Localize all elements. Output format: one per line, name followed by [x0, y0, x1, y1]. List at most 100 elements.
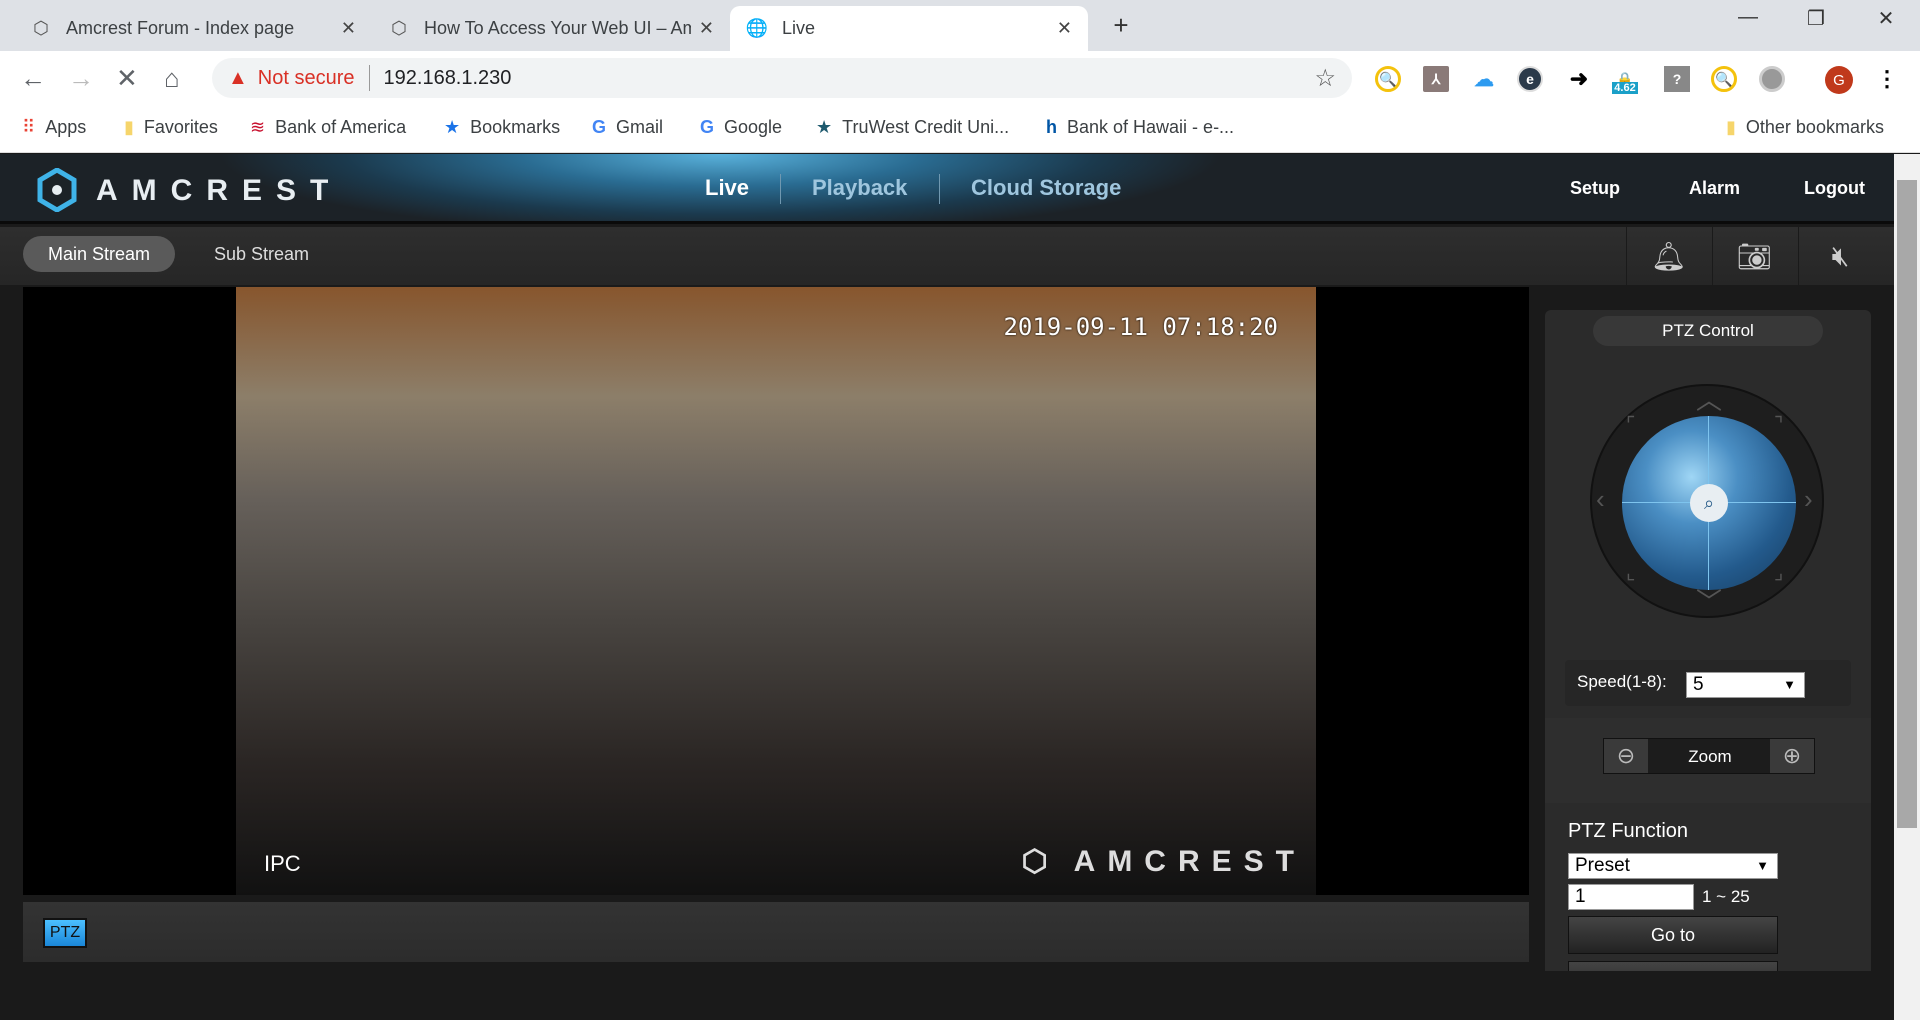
stop-icon[interactable]: ✕ [116, 63, 138, 94]
app-header: AMCREST Live Playback Cloud Storage Setu… [0, 154, 1894, 224]
pdf-extension-icon[interactable]: ⅄ [1423, 66, 1449, 92]
pan-down-right-arrow[interactable]: ⌟ [1774, 560, 1783, 585]
mute-icon: 🔇︎ [1831, 239, 1850, 271]
bookmark-bank-of-hawaii[interactable]: h Bank of Hawaii - e-... [1046, 117, 1234, 138]
zoom-row: ⊖ Zoom ⊕ [1545, 718, 1871, 803]
zoom-in-button[interactable]: ⊕ [1770, 739, 1814, 773]
ptz-control-title: PTZ Control [1593, 316, 1823, 346]
ptz-function-select[interactable]: Preset ▼ [1568, 853, 1778, 879]
zoom-control: ⊖ Zoom ⊕ [1603, 738, 1815, 774]
pan-down-arrow[interactable]: ﹀ [1696, 582, 1722, 619]
ptz-function-title: PTZ Function [1568, 820, 1689, 842]
restore-button[interactable]: ❐ [1796, 6, 1836, 31]
ptz-panel: PTZ Control ⌕ ︿ ﹀ ‹ › ⌜ ⌝ ⌞ ⌟ Speed(1-8)… [1545, 310, 1871, 971]
bookmarks-bar: ⠿ Apps ▮ Favorites ≋ Bank of America ★ Bookm… [0, 105, 1920, 153]
logout-link[interactable]: Logout [1804, 178, 1865, 199]
pan-down-left-arrow[interactable]: ⌞ [1626, 560, 1635, 585]
tab-live[interactable]: 🌐 Live ✕ [730, 6, 1088, 51]
url-text[interactable]: 192.168.1.230 [384, 67, 512, 90]
google-icon: G [592, 117, 607, 137]
sub-stream-button[interactable]: Sub Stream [189, 236, 334, 272]
share-arrow-icon[interactable]: ➜ [1566, 66, 1592, 92]
camera-icon: 📷︎ [1736, 240, 1773, 272]
star-icon: ★ [444, 117, 461, 137]
main-stream-button[interactable]: Main Stream [23, 236, 176, 272]
bookmark-gmail[interactable]: G Gmail [592, 117, 663, 138]
preset-action-button[interactable] [1568, 961, 1778, 971]
bookmark-bank-of-america[interactable]: ≋ Bank of America [250, 117, 406, 138]
globe-icon: 🌐 [745, 18, 769, 38]
snapshot-button[interactable]: 📷︎ [1712, 227, 1796, 285]
google-icon: G [700, 117, 715, 137]
e-extension-icon[interactable]: e [1517, 66, 1543, 92]
profile-avatar[interactable]: G [1825, 66, 1853, 94]
preset-range: 1 ~ 25 [1702, 887, 1750, 906]
bookmark-google[interactable]: G Google [700, 117, 782, 138]
speed-label: Speed(1-8): [1577, 672, 1667, 691]
tab-how-to-access[interactable]: ⬡ How To Access Your Web UI – Amcrest ✕ [372, 6, 730, 51]
audio-button[interactable]: 🔇︎ [1798, 227, 1882, 285]
bell-icon: 🔔︎ [1650, 240, 1687, 272]
bank-of-hawaii-icon: h [1046, 117, 1057, 137]
dropdown-arrow-icon: ▼ [1756, 858, 1769, 873]
nav-playback[interactable]: Playback [812, 175, 907, 201]
alarm-link[interactable]: Alarm [1689, 178, 1740, 199]
ptz-function-section: PTZ Function Preset ▼ 1 1 ~ 25 Go to [1545, 803, 1871, 971]
bookmark-apps[interactable]: ⠿ Apps [22, 117, 86, 138]
pan-right-arrow[interactable]: › [1804, 484, 1813, 515]
close-tab-icon[interactable]: ✕ [699, 18, 714, 39]
ptz-joystick-pad[interactable]: ⌕ [1622, 416, 1796, 590]
bookmark-star-icon[interactable]: ☆ [1314, 64, 1336, 93]
forward-icon[interactable]: → [68, 63, 94, 94]
menu-kebab-icon[interactable]: ⋮ [1874, 66, 1900, 92]
tab-amcrest-forum[interactable]: ⬡ Amcrest Forum - Index page ✕ [14, 6, 372, 51]
channel-label: IPC [264, 851, 301, 876]
truwest-star-icon: ★ [816, 117, 833, 137]
back-icon[interactable]: ← [20, 63, 46, 94]
video-player[interactable]: 2019-09-11 07:18:20 IPC ⬡ AMCREST [23, 287, 1529, 895]
close-window-button[interactable]: ✕ [1866, 6, 1906, 31]
amcrest-icon: ⬡ [33, 18, 49, 38]
bookmark-other[interactable]: ▮ Other bookmarks [1726, 117, 1884, 138]
folder-icon: ▮ [124, 117, 134, 137]
bookmark-bookmarks[interactable]: ★ Bookmarks [444, 117, 560, 138]
close-tab-icon[interactable]: ✕ [1057, 18, 1072, 39]
preset-number-input[interactable]: 1 [1568, 884, 1694, 910]
home-icon[interactable]: ⌂ [164, 63, 180, 94]
circle-extension-icon[interactable] [1759, 66, 1785, 92]
nav-live[interactable]: Live [705, 175, 749, 201]
live-camera-feed[interactable]: 2019-09-11 07:18:20 IPC ⬡ AMCREST [236, 287, 1316, 895]
minimize-button[interactable]: — [1728, 6, 1768, 29]
setup-link[interactable]: Setup [1570, 178, 1620, 199]
dropdown-arrow-icon: ▼ [1783, 677, 1796, 692]
stream-bar: Main Stream Sub Stream 🔔︎ 📷︎ 🔇︎ [0, 227, 1894, 285]
bookmark-truwest[interactable]: ★ TruWest Credit Uni... [816, 117, 1009, 138]
icloud-extension-icon[interactable]: ☁ [1471, 66, 1497, 92]
pan-up-arrow[interactable]: ︿ [1696, 380, 1722, 417]
pan-left-arrow[interactable]: ‹ [1596, 484, 1605, 515]
speed-select[interactable]: 5 ▼ [1686, 672, 1805, 698]
bookmark-favorites[interactable]: ▮ Favorites [124, 117, 218, 138]
amcrest-icon: ⬡ [391, 18, 407, 38]
pan-up-left-arrow[interactable]: ⌜ [1626, 412, 1635, 437]
video-timestamp: 2019-09-11 07:18:20 [1003, 313, 1278, 341]
ptz-toggle-button[interactable]: PTZ [43, 918, 87, 948]
speed-row: Speed(1-8): 5 ▼ [1565, 660, 1851, 706]
help-extension-icon[interactable]: ? [1664, 66, 1690, 92]
lock-extension-icon[interactable]: 🔒 4.62 [1612, 66, 1638, 94]
area-zoom-icon[interactable]: ⌕ [1690, 484, 1728, 522]
pan-up-right-arrow[interactable]: ⌝ [1774, 412, 1783, 437]
goto-preset-button[interactable]: Go to [1568, 916, 1778, 954]
amcrest-logo: AMCREST [96, 174, 343, 207]
ptz-joystick[interactable]: ⌕ ︿ ﹀ ‹ › ⌜ ⌝ ⌞ ⌟ [1590, 384, 1824, 618]
plus-icon: ⊕ [1782, 743, 1802, 768]
new-tab-button[interactable]: + [1101, 10, 1141, 41]
scrollbar-thumb[interactable] [1897, 180, 1917, 828]
search-extension-icon-2[interactable]: 🔍 [1711, 66, 1737, 92]
alarm-bell-button[interactable]: 🔔︎ [1626, 227, 1710, 285]
address-bar[interactable]: ▲ Not secure 192.168.1.230 ☆ [212, 58, 1352, 98]
security-status[interactable]: Not secure [258, 67, 355, 90]
search-extension-icon[interactable]: 🔍 [1375, 66, 1401, 92]
nav-cloud-storage[interactable]: Cloud Storage [971, 175, 1121, 201]
close-tab-icon[interactable]: ✕ [341, 18, 356, 39]
